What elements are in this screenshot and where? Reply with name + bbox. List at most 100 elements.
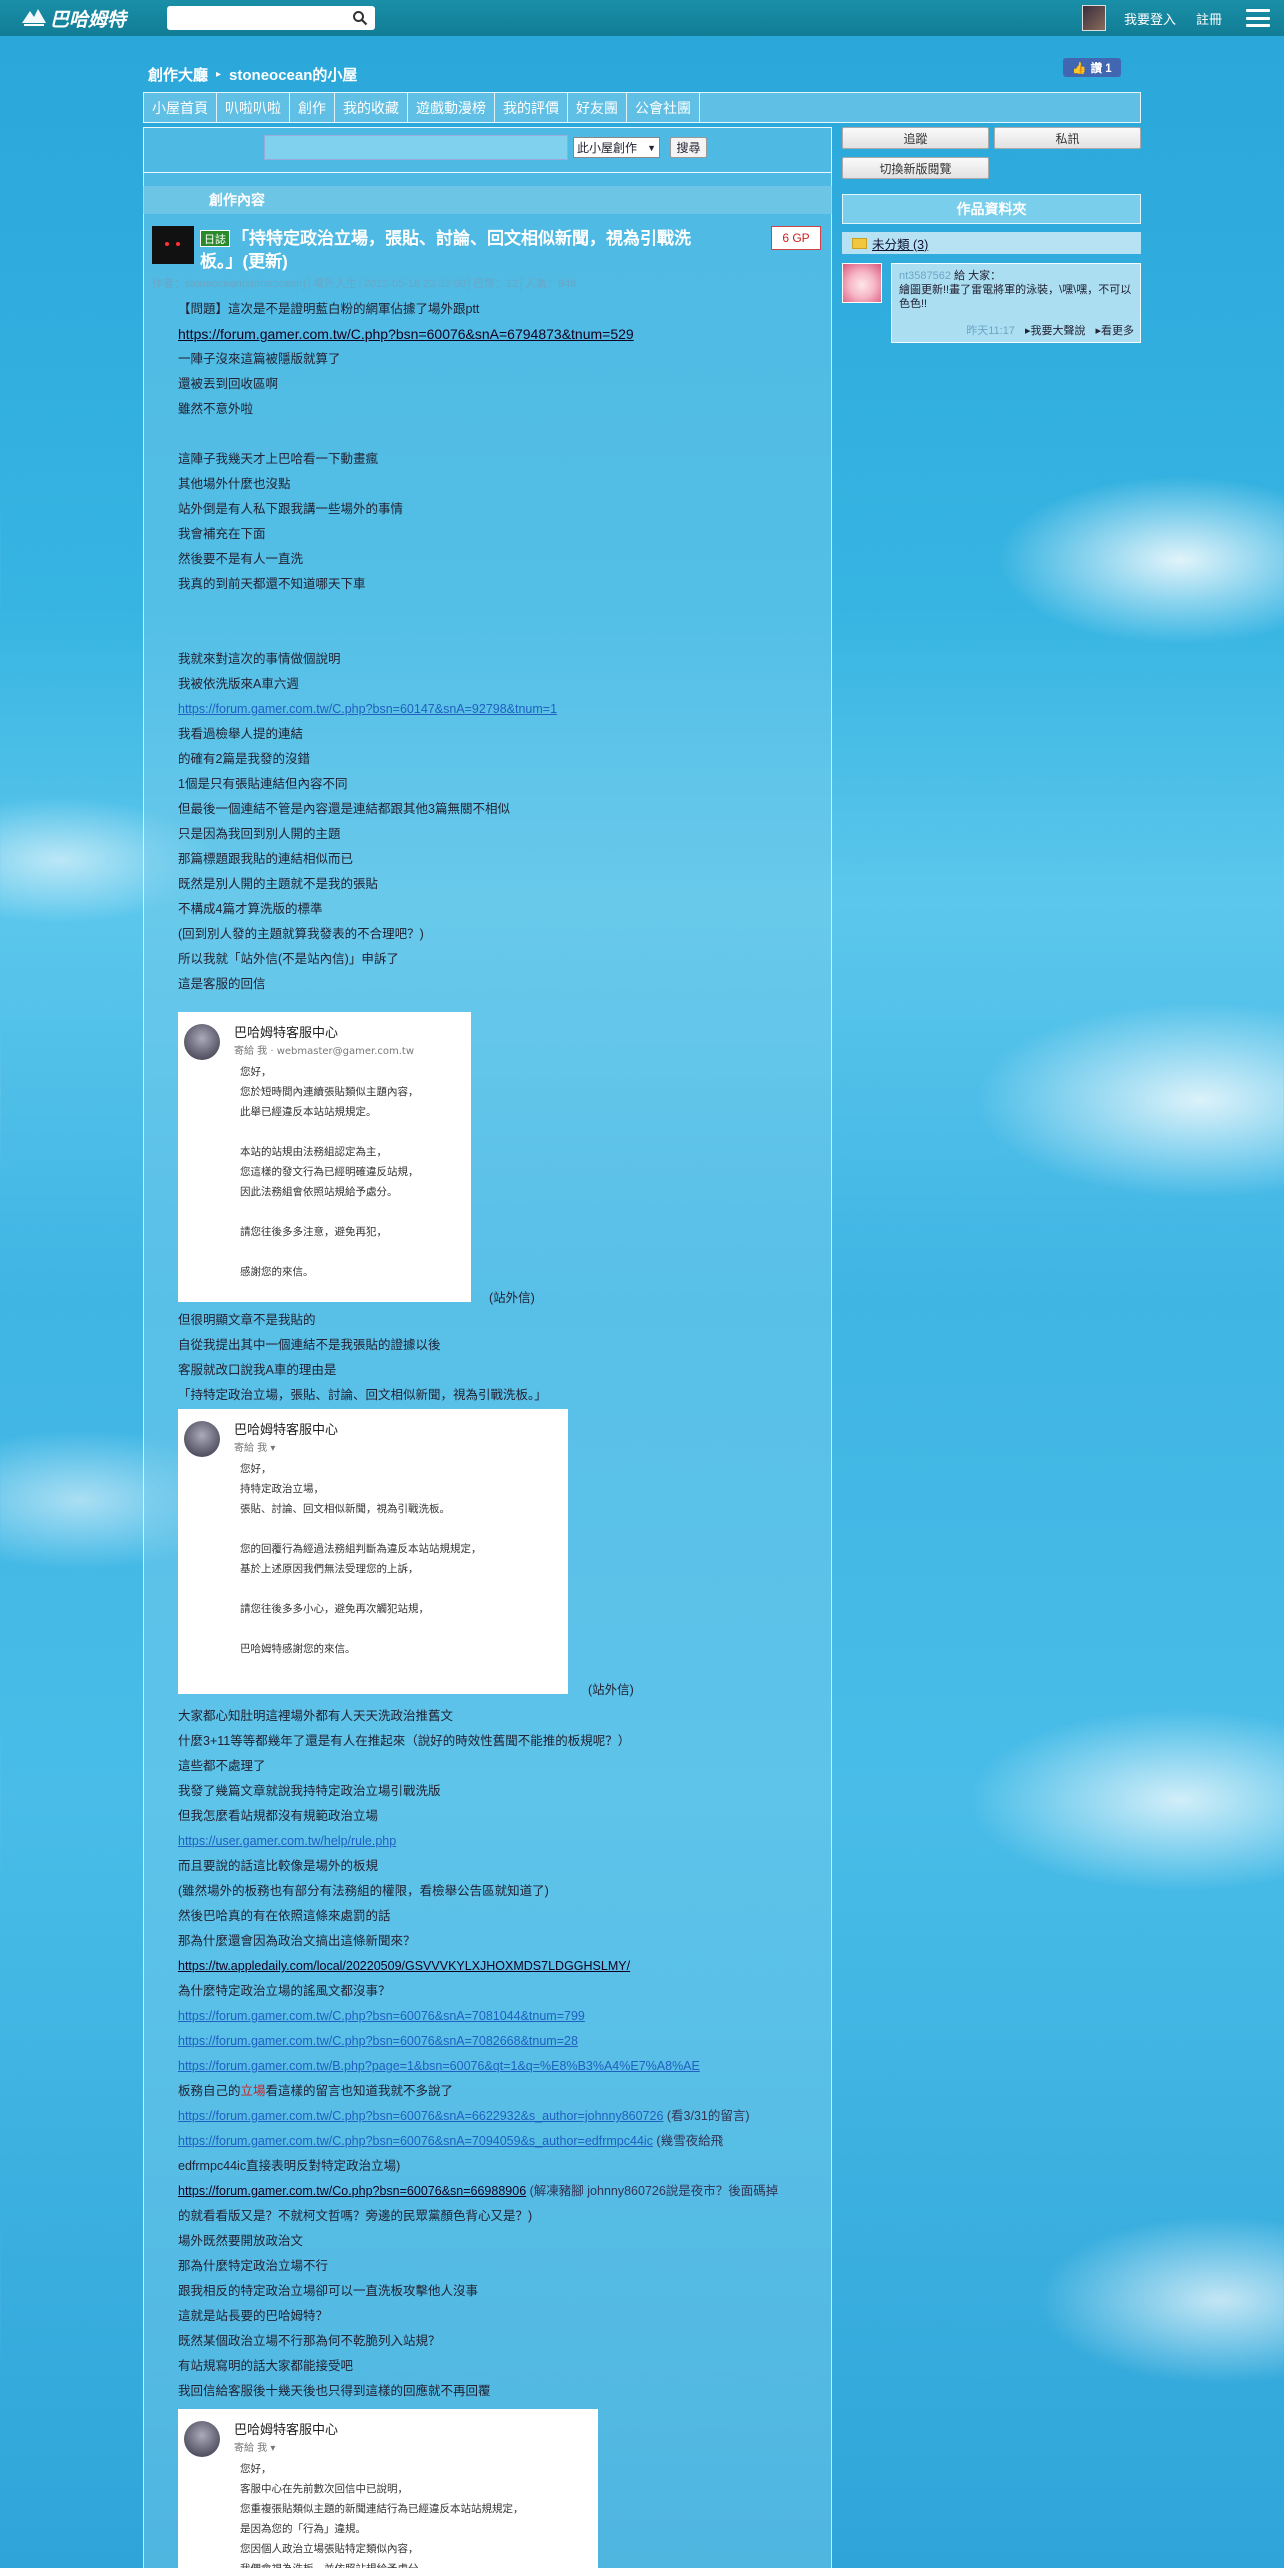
image-caption: (站外信) <box>588 1683 634 1697</box>
diary-tag[interactable]: 日誌 <box>200 230 230 247</box>
text-line: 站外倒是有人私下跟我講一些場外的事情 <box>178 502 404 516</box>
register-link[interactable]: 註冊 <box>1196 9 1222 28</box>
text-line: 還被丟到回收區啊 <box>178 377 279 391</box>
folder-item[interactable]: 未分類 (3) <box>842 232 1141 254</box>
nav-creation[interactable]: 創作 <box>290 93 335 122</box>
mail-recipient: 寄給 我 ▾ <box>234 2443 276 2454</box>
text-line: 我就來對這次的事情做個說明 <box>178 652 341 666</box>
forum-link[interactable]: https://forum.gamer.com.tw/C.php?bsn=600… <box>178 2109 663 2123</box>
mail-body: 您好， 客服中心在先前數次回信中已說明， 您重複張貼類似主題的新聞連結行為已經違… <box>240 2463 524 2568</box>
text-line: 1個是只有張貼連結但內容不同 <box>178 777 348 791</box>
site-logo[interactable]: 巴哈姆特 <box>20 4 126 32</box>
search-icon[interactable] <box>352 10 368 26</box>
user-avatar-icon[interactable] <box>1081 5 1106 31</box>
breadcrumb-hall[interactable]: 創作大廳 <box>148 64 208 85</box>
breadcrumb: 創作大廳 ▸ stoneocean的小屋 <box>148 64 357 85</box>
article-link[interactable]: https://forum.gamer.com.tw/C.php?bsn=600… <box>178 2029 818 2054</box>
logo-icon <box>22 9 46 26</box>
article-thumbnail[interactable] <box>152 226 194 264</box>
folder-icon <box>852 237 867 249</box>
comment-time: 昨天11:17 <box>966 325 1015 337</box>
text-line: 然後巴哈真的有在依照這條來處罰的話 <box>178 1909 391 1923</box>
message-button[interactable]: 私訊 <box>994 127 1141 149</box>
breadcrumb-separator-icon: ▸ <box>216 69 222 80</box>
email-screenshot-3[interactable]: 巴哈姆特客服中心 寄給 我 ▾ 您好， 客服中心在先前數次回信中已說明， 您重複… <box>178 2409 598 2568</box>
text-line: 那為什麼特定政治立場不行 <box>178 2259 329 2273</box>
text-line: 我發了幾篇文章就說我持特定政治立場引戰洗版 <box>178 1784 441 1798</box>
folder-item-label[interactable]: 未分類 (3) <box>872 234 928 253</box>
top-bar: 巴哈姆特 我要登入 註冊 <box>0 0 1284 36</box>
article-link[interactable]: https://forum.gamer.com.tw/C.php?bsn=600… <box>178 322 818 347</box>
nav-favorites[interactable]: 我的收藏 <box>335 93 408 122</box>
text-line: 這些都不處理了 <box>178 1759 266 1773</box>
nav-guild[interactable]: 公會社團 <box>627 93 700 122</box>
text-line: 「持特定政治立場，張貼、討論、回文相似新聞，視為引戰洗板。」 <box>178 1388 547 1402</box>
nav-ranking[interactable]: 遊戲動漫榜 <box>408 93 495 122</box>
site-search-input[interactable] <box>264 135 568 160</box>
text-line: 自從我提出其中一個連結不是我張貼的證據以後 <box>178 1338 441 1352</box>
text-line: edfrmpc44ic直接表明反對特定政治立場) <box>178 2159 401 2173</box>
text-line: 那篇標題跟我貼的連結相似而已 <box>178 852 354 866</box>
switch-view-button[interactable]: 切換新版閱覽 <box>842 157 989 179</box>
text-line: (回到別人發的主題就算我發表的不合理吧？) <box>178 927 424 941</box>
house-navbar: 小屋首頁 叭啦叭啦 創作 我的收藏 遊戲動漫榜 我的評價 好友團 公會社團 <box>143 92 1141 123</box>
fb-like-label: 讚 1 <box>1090 62 1112 75</box>
text-line: 什麼3+11等等都幾年了還是有人在推起來（說好的時效性舊聞不能推的板規呢？） <box>178 1734 631 1748</box>
text-line: 然後要不是有人一直洗 <box>178 552 304 566</box>
forum-link[interactable]: https://forum.gamer.com.tw/Co.php?bsn=60… <box>178 2184 526 2198</box>
email-screenshot-2[interactable]: 巴哈姆特客服中心 寄給 我 ▾ 您好， 持特定政治立場， 張貼、討論、回文相似新… <box>178 1409 568 1694</box>
text-line <box>178 622 818 647</box>
text-line: 那為什麼還會因為政治文搞出這條新聞來？ <box>178 1934 416 1948</box>
article-link[interactable]: https://forum.gamer.com.tw/B.php?page=1&… <box>178 2054 818 2079</box>
reply-link[interactable]: ▸我要大聲說 <box>1025 322 1086 338</box>
mail-sender: 巴哈姆特客服中心 <box>234 2423 339 2438</box>
comment-footer: 昨天11:17 ▸我要大聲說 ▸看更多 <box>891 322 1141 338</box>
article-link[interactable]: https://forum.gamer.com.tw/C.php?bsn=600… <box>178 2004 818 2029</box>
search-button[interactable]: 搜尋 <box>670 137 707 158</box>
text-line: 我看過檢舉人提的連結 <box>178 727 304 741</box>
commenter-avatar[interactable] <box>842 263 882 303</box>
nav-friends[interactable]: 好友團 <box>568 93 627 122</box>
gp-button[interactable]: 6 GP <box>771 226 821 250</box>
follow-button[interactable]: 追蹤 <box>842 127 989 149</box>
mail-sender: 巴哈姆特客服中心 <box>234 1423 339 1438</box>
text-line: 這是客服的回信 <box>178 977 266 991</box>
email-screenshot-1[interactable]: 巴哈姆特客服中心 寄給 我 · webmaster@gamer.com.tw 您… <box>178 1012 471 1302</box>
text-line: 客服就改口說我A車的理由是 <box>178 1363 337 1377</box>
thumbs-up-icon: 👍 <box>1072 62 1087 75</box>
text-line: 的就看看版又是？不就柯文哲嗎？旁邊的民眾黨顏色背心又是？) <box>178 2209 533 2223</box>
article-title: 「持特定政治立場，張貼、討論、回文相似新聞，視為引戰洗板。」(更新) <box>200 229 691 271</box>
comment-target: 給 大家： <box>951 270 1002 282</box>
text-line: 其他場外什麼也沒點 <box>178 477 291 491</box>
nav-reviews[interactable]: 我的評價 <box>495 93 568 122</box>
text-line: 所以我就「站外信(不是站內信)」申訴了 <box>178 952 399 966</box>
comment-user[interactable]: nt3587562 <box>899 270 951 282</box>
forum-link[interactable]: https://forum.gamer.com.tw/C.php?bsn=600… <box>178 2134 653 2148</box>
nav-home[interactable]: 小屋首頁 <box>144 93 217 122</box>
article-link[interactable]: https://tw.appledaily.com/local/20220509… <box>178 1954 818 1979</box>
sender-avatar-icon <box>184 1421 220 1457</box>
image-caption: (站外信) <box>489 1291 535 1305</box>
text-line: 雖然不意外啦 <box>178 402 254 416</box>
mail-body: 您好， 持特定政治立場， 張貼、討論、回文相似新聞，視為引戰洗板。 您的回覆行為… <box>240 1463 482 1655</box>
more-link[interactable]: ▸看更多 <box>1095 322 1134 338</box>
article-link[interactable]: https://forum.gamer.com.tw/C.php?bsn=601… <box>178 697 818 722</box>
breadcrumb-house[interactable]: stoneocean的小屋 <box>229 64 357 85</box>
article-link[interactable]: https://user.gamer.com.tw/help/rule.php <box>178 1829 818 1854</box>
search-scope-value: 此小屋創作 <box>577 141 638 155</box>
text-line: 而且要說的話這比較像是場外的板規 <box>178 1859 379 1873</box>
text-line: 我真的到前天都還不知道哪天下車 <box>178 577 366 591</box>
text-line: 但我怎麼看站規都沒有規範政治立場 <box>178 1809 379 1823</box>
search-scope-select[interactable]: 此小屋創作 ▼ <box>573 137 660 158</box>
mail-recipient: 寄給 我 · webmaster@gamer.com.tw <box>234 1046 415 1057</box>
header-search-input[interactable] <box>167 6 375 30</box>
text-line: 大家都心知肚明這裡場外都有人天天洗政治推舊文 <box>178 1709 454 1723</box>
fb-like-button[interactable]: 👍 讚 1 <box>1063 58 1121 77</box>
text-line: 但很明顯文章不是我貼的 <box>178 1313 316 1327</box>
text-line: https://forum.gamer.com.tw/C.php?bsn=600… <box>178 2134 724 2148</box>
hamburger-menu-icon[interactable] <box>1246 9 1270 27</box>
mail-recipient: 寄給 我 ▾ <box>234 1443 276 1454</box>
nav-chat[interactable]: 叭啦叭啦 <box>217 93 290 122</box>
login-link[interactable]: 我要登入 <box>1124 9 1176 28</box>
text-line: 我被依洗版來A車六週 <box>178 677 299 691</box>
